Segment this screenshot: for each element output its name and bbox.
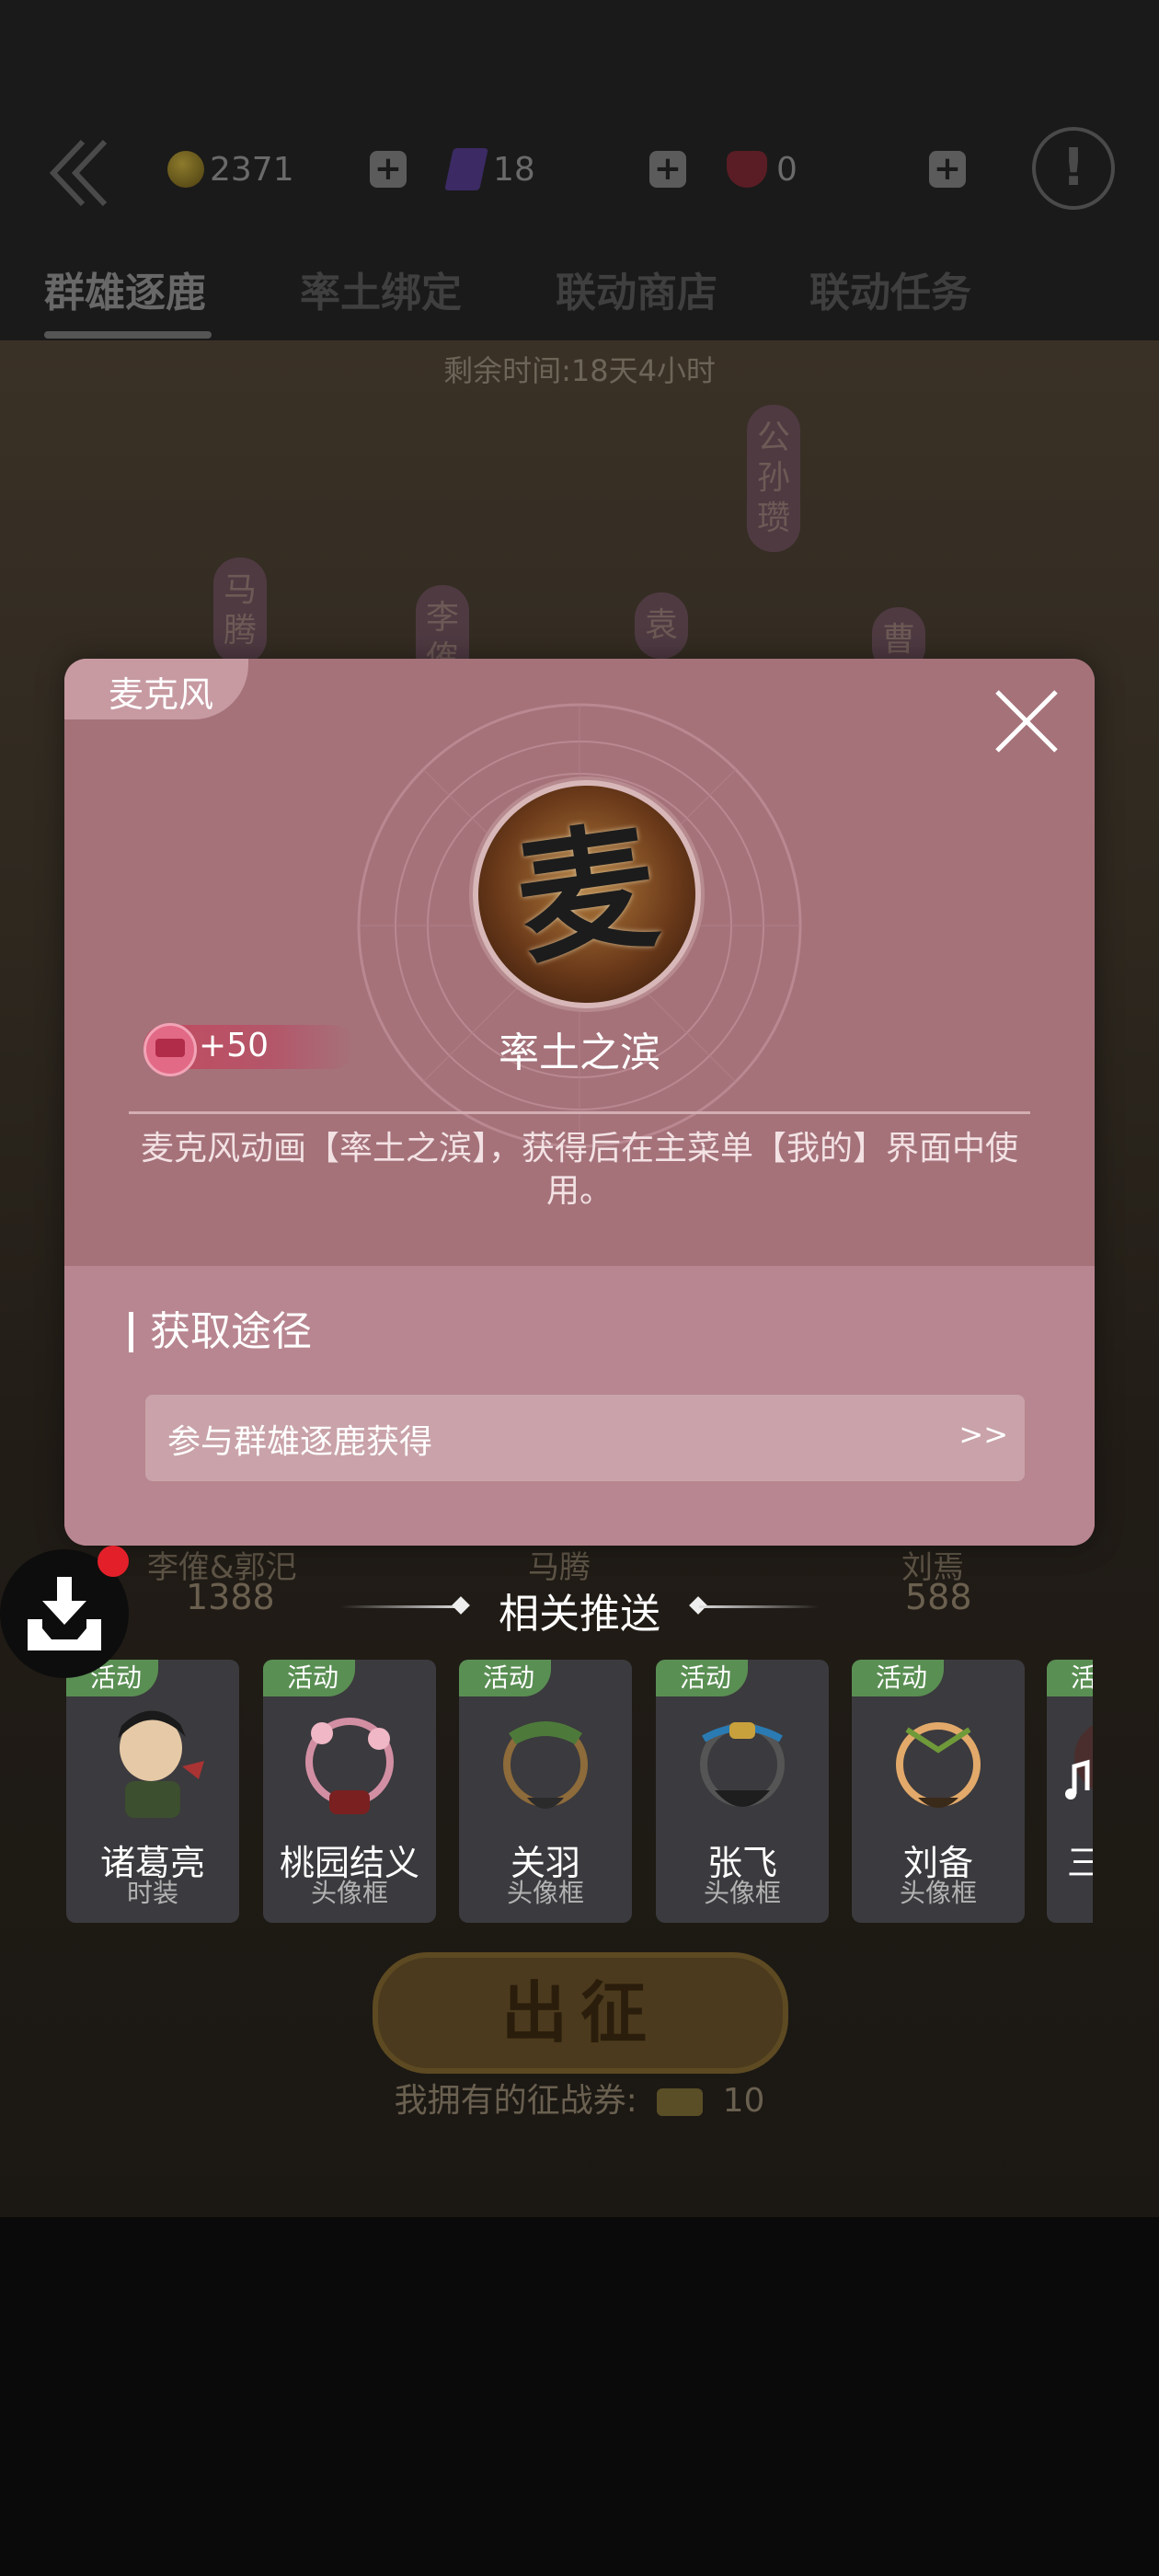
bottom-background (0, 2217, 1159, 2576)
title-ornament-right (699, 1605, 819, 1608)
red-gem-counter: 0 (727, 144, 798, 195)
map-label-yuan[interactable]: 袁 (635, 592, 688, 659)
related-card-zhugeliang[interactable]: 活动 诸葛亮 时装 (66, 1660, 239, 1923)
card-name: 三 (1067, 1843, 1093, 1883)
purple-gem-counter: 18 (444, 144, 535, 195)
purple-gem-value: 18 (493, 150, 535, 189)
related-card-zhangfei[interactable]: 活动 张飞 头像框 (656, 1660, 829, 1923)
tab-qunxiong[interactable]: 群雄逐鹿 (44, 259, 206, 318)
red-gem-value: 0 (776, 150, 798, 189)
card-tag: 活 (1047, 1660, 1093, 1696)
tickets-info: 我拥有的征战券: 10 (0, 2074, 1159, 2122)
top-bar: 2371 + 18 + 0 + ! (0, 110, 1159, 221)
taoyuan-frame-icon (305, 1718, 394, 1814)
item-avatar: 麦 (473, 780, 701, 1008)
card-type: 头像框 (506, 1878, 584, 1908)
card-type: 头像框 (899, 1878, 977, 1908)
add-purple-gems-button[interactable]: + (649, 151, 686, 188)
category-label: 麦克风 (109, 674, 214, 715)
card-tag: 活动 (656, 1660, 748, 1696)
acquire-path-text: 参与群雄逐鹿获得 (167, 1423, 433, 1461)
tab-bar: 群雄逐鹿 率土绑定 联动商店 联动任务 (0, 247, 1159, 339)
card-tag: 活动 (459, 1660, 551, 1696)
acquire-path-row[interactable]: 参与群雄逐鹿获得 >> (145, 1395, 1025, 1481)
sortie-label: 出征 (500, 1974, 660, 2052)
related-cards: 活动 诸葛亮 时装 活动 桃园结义 头像框 活动 关羽 头像框 活动 张飞 头像… (66, 1660, 1093, 1923)
guanyu-frame-icon (503, 1721, 588, 1809)
tab-collab-shop[interactable]: 联动商店 (556, 259, 717, 318)
item-description: 麦克风动画【率土之滨】，获得后在主菜单【我的】界面中使用。 (140, 1130, 1018, 1210)
go-arrow-icon: >> (958, 1417, 1008, 1452)
coin-counter: 2371 (167, 144, 294, 195)
zhangfei-frame-icon (700, 1722, 785, 1807)
liubei-frame-icon (896, 1722, 981, 1808)
map-label-mateng[interactable]: 马腾 (213, 558, 267, 664)
back-icon[interactable] (44, 136, 118, 210)
card-tag: 活动 (263, 1660, 355, 1696)
related-card-taoyuan[interactable]: 活动 桃园结义 头像框 (263, 1660, 436, 1923)
related-card-partial[interactable]: 活 三 (1047, 1660, 1093, 1923)
music-note-icon (1065, 1725, 1093, 1800)
close-icon[interactable] (992, 686, 1061, 756)
card-type: 时装 (126, 1878, 178, 1908)
card-type: 头像框 (310, 1878, 388, 1908)
coin-value: 2371 (210, 150, 294, 189)
red-gem-icon (727, 151, 767, 188)
ticket-icon (657, 2088, 704, 2116)
add-red-gems-button[interactable]: + (929, 151, 966, 188)
acquire-section-title: 获取途径 (129, 1312, 312, 1352)
card-type: 头像框 (703, 1878, 781, 1908)
avatar-glyph: 麦 (507, 804, 667, 984)
zhugeliang-portrait-icon (118, 1710, 204, 1818)
divider (129, 1111, 1030, 1114)
notification-badge (98, 1546, 129, 1577)
related-title: 相关推送 (499, 1591, 660, 1638)
tickets-value: 10 (722, 2082, 765, 2120)
download-icon (28, 1577, 101, 1650)
related-card-guanyu[interactable]: 活动 关羽 头像框 (459, 1660, 632, 1923)
tickets-label: 我拥有的征战券: (394, 2082, 637, 2120)
coin-icon (167, 151, 204, 188)
purple-gem-icon (444, 148, 488, 190)
category-ribbon: 麦克风 (64, 659, 248, 719)
add-coins-button[interactable]: + (370, 151, 407, 188)
item-detail-dialog: 麦克风 麦 +50 率土之滨 麦克风动画【率土之滨】，获得后在主菜单【我的】界面… (64, 659, 1095, 1546)
related-card-liubei[interactable]: 活动 刘备 头像框 (852, 1660, 1025, 1923)
tab-shuaitu-bind[interactable]: 率土绑定 (300, 259, 462, 318)
sortie-button[interactable]: 出征 (373, 1952, 788, 2074)
card-tag: 活动 (852, 1660, 944, 1696)
active-tab-indicator (44, 331, 212, 339)
remaining-time: 剩余时间:18天4小时 (443, 353, 716, 388)
item-title: 率土之滨 (499, 1029, 660, 1076)
notice-icon[interactable]: ! (1032, 127, 1115, 210)
tab-collab-tasks[interactable]: 联动任务 (809, 259, 971, 318)
map-label-gongsunzan[interactable]: 公孙瓒 (747, 405, 800, 552)
